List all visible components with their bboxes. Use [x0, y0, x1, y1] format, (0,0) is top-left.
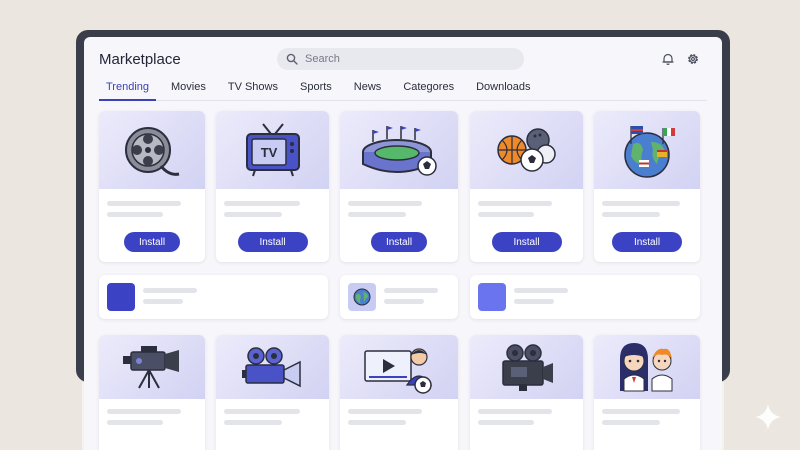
list-item[interactable]: [470, 275, 700, 319]
film-camera-icon: [470, 335, 583, 399]
stadium-icon: [340, 111, 458, 189]
film-reel-icon: [99, 111, 205, 189]
search-icon: [286, 53, 298, 65]
install-button[interactable]: Install: [371, 232, 427, 252]
tab-sports[interactable]: Sports: [300, 81, 332, 100]
app-card[interactable]: [470, 335, 583, 450]
app-card[interactable]: Install: [594, 111, 700, 262]
bell-icon[interactable]: [659, 50, 677, 68]
anime-characters-icon: [594, 335, 700, 399]
search-input[interactable]: [305, 53, 505, 65]
globe-flags-icon: [594, 111, 700, 189]
search-bar[interactable]: [277, 48, 524, 70]
install-button[interactable]: Install: [491, 232, 562, 252]
blue-square-icon: [478, 283, 506, 311]
app-card[interactable]: [216, 335, 329, 450]
video-camera-tripod-icon: [99, 335, 205, 399]
video-player-presenter-icon: [340, 335, 458, 399]
list-item[interactable]: [340, 275, 458, 319]
tab-tv-shows[interactable]: TV Shows: [228, 81, 278, 100]
app-card[interactable]: TV Install: [216, 111, 329, 262]
blue-square-icon: [107, 283, 135, 311]
app-screen: Marketplace Trending Movies TV Shows Spo…: [84, 37, 722, 450]
tab-categories[interactable]: Categores: [403, 81, 454, 100]
tab-downloads[interactable]: Downloads: [476, 81, 530, 100]
movie-camera-icon: [216, 335, 329, 399]
tab-movies[interactable]: Movies: [171, 81, 206, 100]
install-button[interactable]: Install: [237, 232, 308, 252]
tv-icon: TV: [216, 111, 329, 189]
app-card[interactable]: [594, 335, 700, 450]
app-card[interactable]: [99, 335, 205, 450]
app-card[interactable]: Install: [340, 111, 458, 262]
app-card[interactable]: [340, 335, 458, 450]
tv-label: TV: [260, 145, 277, 160]
sports-balls-icon: [470, 111, 583, 189]
install-button[interactable]: Install: [612, 232, 682, 252]
app-card[interactable]: Install: [470, 111, 583, 262]
gear-icon[interactable]: [684, 50, 702, 68]
install-button[interactable]: Install: [124, 232, 180, 252]
sparkle-icon: [755, 404, 781, 430]
list-item[interactable]: [99, 275, 328, 319]
category-tabs: Trending Movies TV Shows Sports News Cat…: [98, 81, 707, 101]
tab-trending[interactable]: Trending: [98, 81, 157, 101]
tab-news[interactable]: News: [354, 81, 382, 100]
page-title: Marketplace: [99, 51, 181, 68]
globe-thumb-icon: [348, 283, 376, 311]
app-card[interactable]: Install: [99, 111, 205, 262]
